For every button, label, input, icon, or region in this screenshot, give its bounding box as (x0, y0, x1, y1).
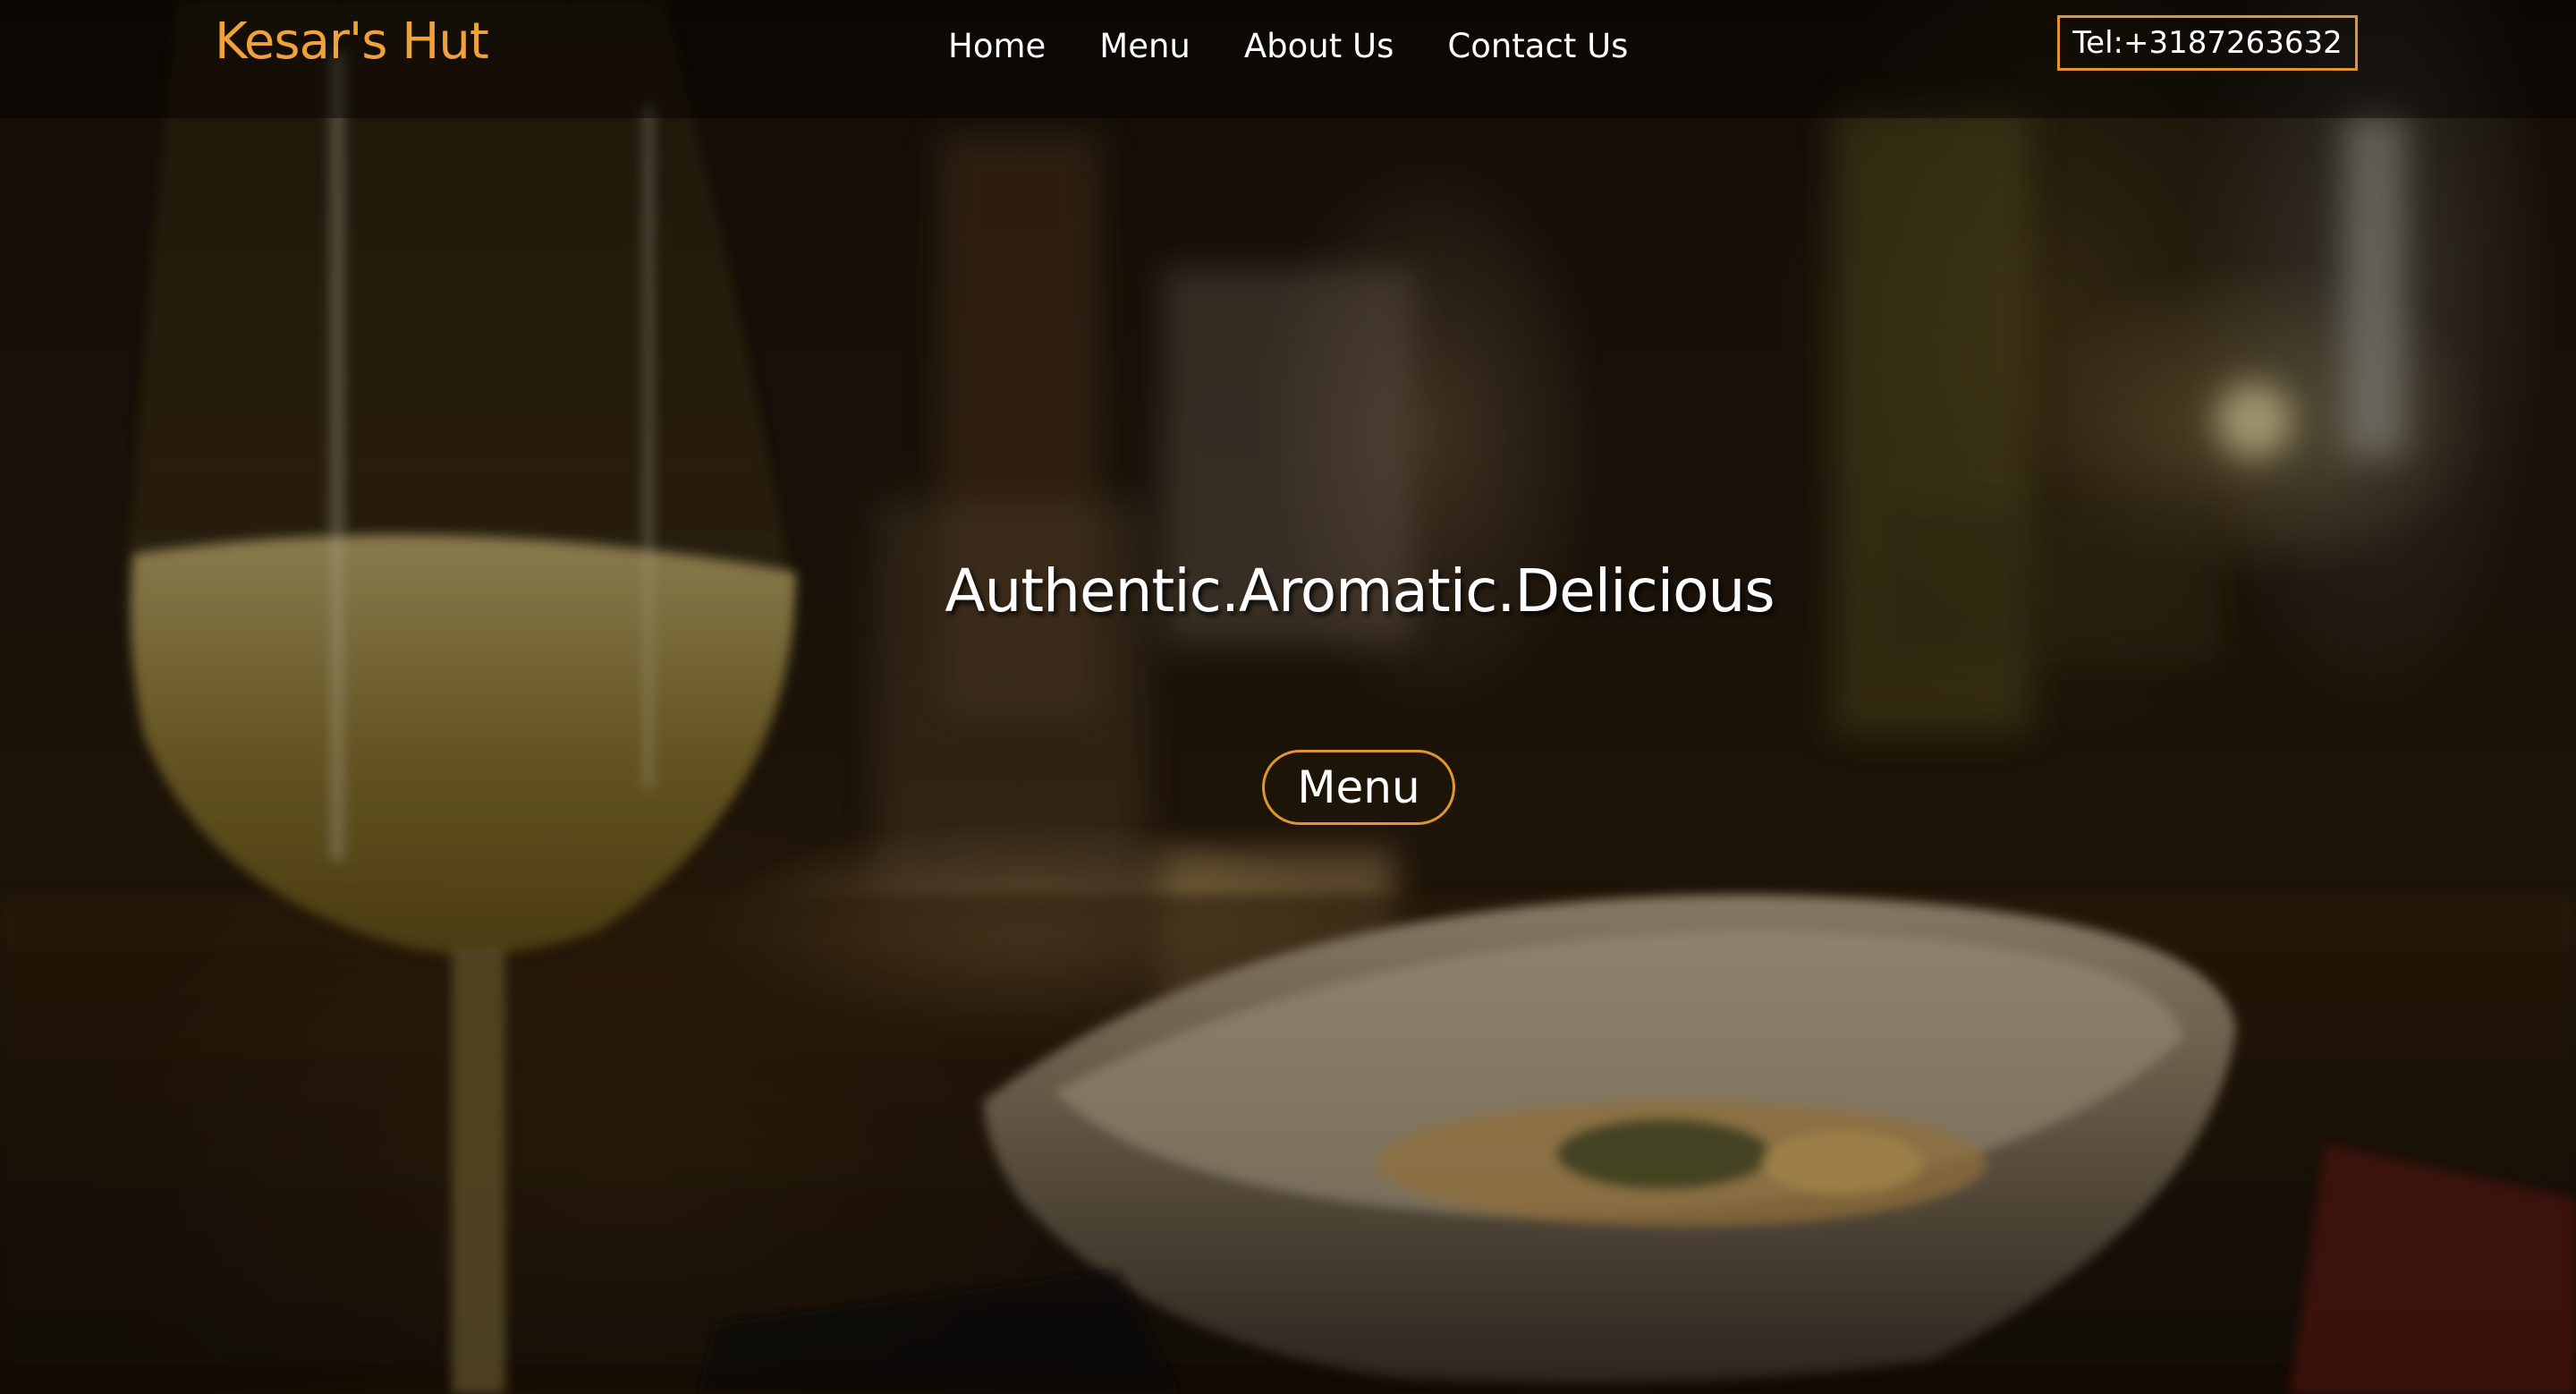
phone-number-text: Tel:+3187263632 (2072, 25, 2343, 61)
top-navbar: Kesar's Hut Home Menu About Us Contact U… (0, 0, 2576, 118)
page: Kesar's Hut Home Menu About Us Contact U… (0, 0, 2576, 1394)
nav-about-us[interactable]: About Us (1244, 27, 1394, 65)
nav-home[interactable]: Home (948, 27, 1046, 65)
nav-contact-us[interactable]: Contact Us (1447, 27, 1628, 65)
nav-menu[interactable]: Menu (1099, 27, 1191, 65)
hero-menu-button-label: Menu (1297, 761, 1420, 813)
hero-menu-button[interactable]: Menu (1262, 750, 1455, 825)
hero-dark-overlay (0, 0, 2576, 1394)
brand-logo[interactable]: Kesar's Hut (215, 13, 489, 71)
phone-number-button[interactable]: Tel:+3187263632 (2057, 15, 2358, 71)
nav-links: Home Menu About Us Contact Us (948, 27, 1628, 65)
hero-tagline: Authentic.Aromatic.Delicious (945, 557, 1775, 625)
